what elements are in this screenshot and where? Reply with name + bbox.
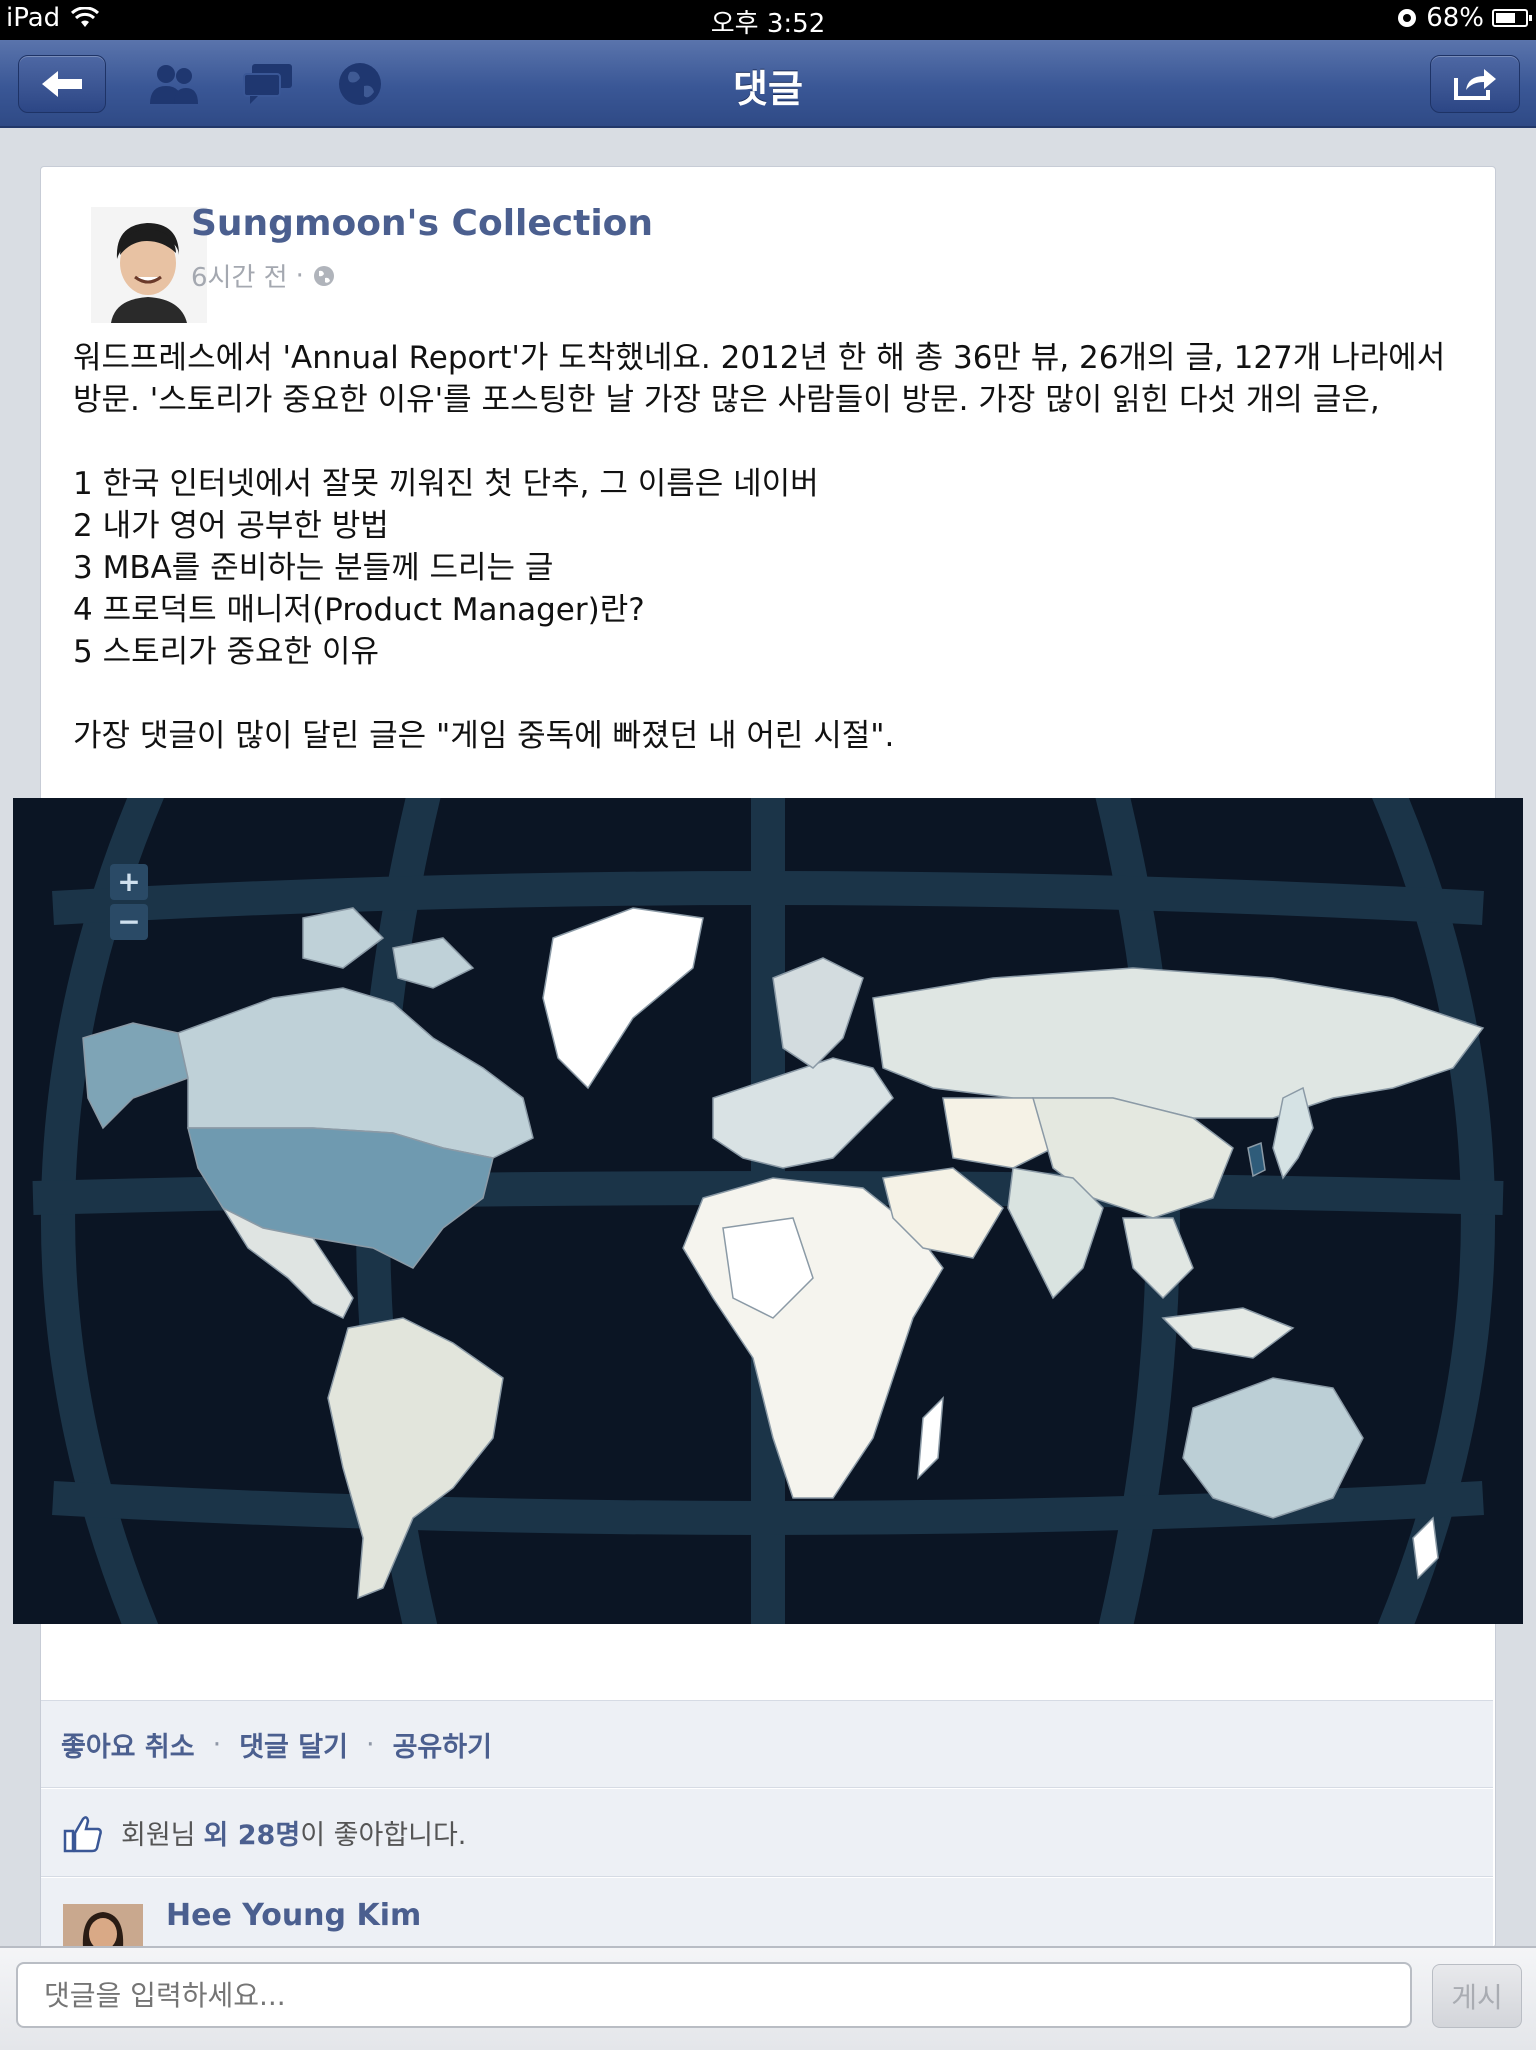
post-list-item: 5 스토리가 중요한 이유 xyxy=(73,634,379,670)
comment-link[interactable]: 댓글 달기 xyxy=(239,1725,348,1764)
commenter-name[interactable]: Hee Young Kim xyxy=(166,1898,421,1933)
map-zoom-in-button[interactable]: + xyxy=(110,864,148,900)
navigation-bar: 댓글 xyxy=(0,40,1536,128)
public-globe-icon xyxy=(313,265,334,286)
map-zoom-out-button[interactable]: − xyxy=(110,904,148,940)
commenter-avatar[interactable] xyxy=(63,1904,143,1948)
author-avatar[interactable] xyxy=(91,207,207,323)
rotation-lock-icon xyxy=(1398,9,1417,27)
battery-icon xyxy=(1492,9,1532,27)
world-map-image[interactable]: + − xyxy=(13,798,1523,1624)
post-text-line: 방문. '스토리가 중요한 이유'를 포스팅한 날 가장 많은 사람들이 방문.… xyxy=(73,382,1380,418)
comment-item: Hee Young Kim xyxy=(41,1878,1493,1948)
share-button[interactable] xyxy=(1430,55,1520,113)
post-text-line: 워드프레스에서 'Annual Report'가 도착했네요. 2012년 한 … xyxy=(73,340,1446,376)
page-title: 댓글 xyxy=(733,67,803,111)
post-actions: 좋아요 취소 · 댓글 달기 · 공유하기 xyxy=(41,1700,1493,1788)
comment-input[interactable] xyxy=(16,1962,1412,2028)
author-name[interactable]: Sungmoon's Collection xyxy=(191,203,653,244)
comment-input-bar: 게시 xyxy=(0,1946,1536,2050)
post-time[interactable]: 6시간 전 xyxy=(191,257,288,294)
post-meta: 6시간 전 · xyxy=(191,257,336,294)
share-icon xyxy=(1454,69,1496,100)
post-comment-button[interactable]: 게시 xyxy=(1432,1964,1522,2028)
post-list-item: 1 한국 인터넷에서 잘못 끼워진 첫 단추, 그 이름은 네이버 xyxy=(73,466,819,502)
likes-others-link[interactable]: 외 28명 xyxy=(204,1813,301,1852)
status-bar: iPad 오후 3:52 68% xyxy=(0,0,1536,40)
meta-separator: · xyxy=(295,260,304,291)
world-map-graphic xyxy=(13,798,1523,1624)
share-link[interactable]: 공유하기 xyxy=(393,1725,492,1764)
post-list-item: 3 MBA를 준비하는 분들께 드리는 글 xyxy=(73,550,554,586)
action-separator: · xyxy=(365,1728,375,1760)
post-text-line: 가장 댓글이 많이 달린 글은 "게임 중독에 빠졌던 내 어린 시절". xyxy=(73,718,895,754)
likes-suffix: 이 좋아합니다. xyxy=(300,1820,467,1851)
post-list-item: 4 프로덕트 매니저(Product Manager)란? xyxy=(73,592,645,628)
clock: 오후 3:52 xyxy=(710,9,826,39)
action-separator: · xyxy=(212,1728,222,1760)
thumbs-up-icon xyxy=(63,1815,102,1852)
unlike-link[interactable]: 좋아요 취소 xyxy=(61,1725,195,1764)
likes-prefix: 회원님 xyxy=(121,1820,196,1851)
likes-summary: 회원님 외 28명 이 좋아합니다. xyxy=(41,1789,1493,1877)
post-list-item: 2 내가 영어 공부한 방법 xyxy=(73,508,389,544)
battery-percent: 68% xyxy=(1426,3,1484,33)
post-body: 워드프레스에서 'Annual Report'가 도착했네요. 2012년 한 … xyxy=(73,337,1473,757)
